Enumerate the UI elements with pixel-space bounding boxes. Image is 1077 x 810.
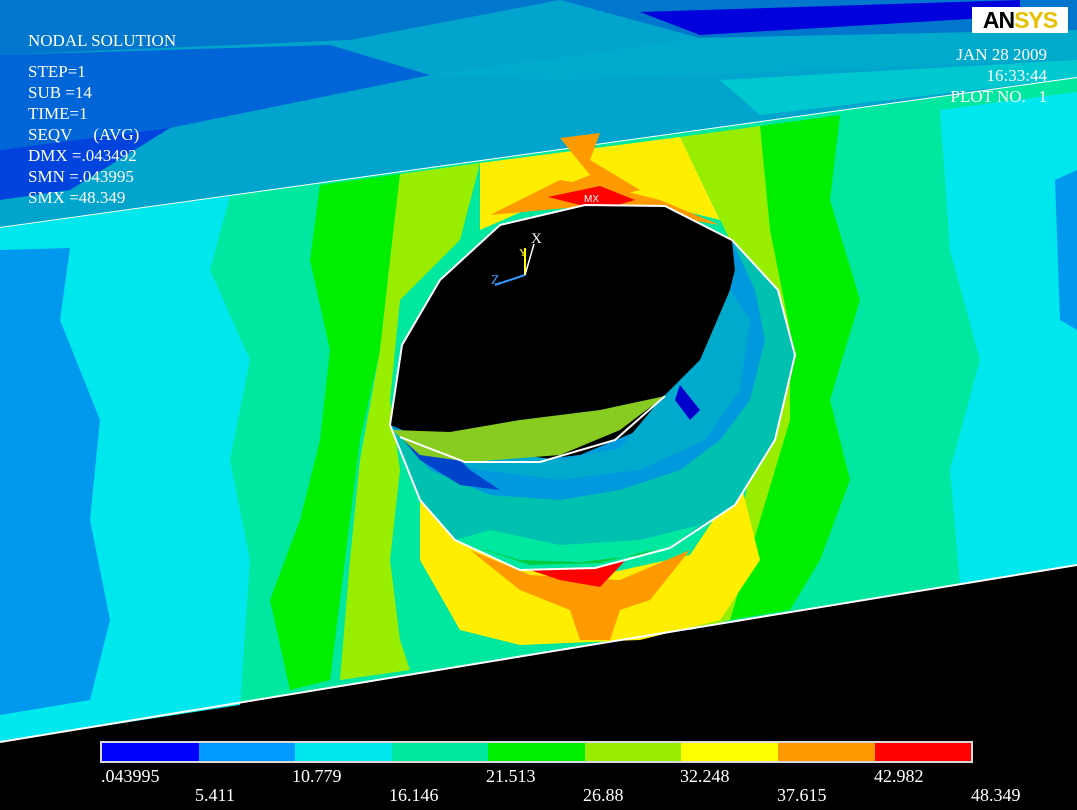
plot-time: 16:33:44: [986, 66, 1047, 85]
legend-swatch: [102, 743, 199, 761]
legend-label: 26.88: [583, 785, 624, 805]
solution-info: NODAL SOLUTION STEP=1 SUB =14 TIME=1 SEQ…: [28, 30, 176, 208]
max-marker: MX: [584, 194, 599, 205]
time-value: TIME=1: [28, 104, 88, 123]
solution-title: NODAL SOLUTION: [28, 31, 177, 50]
legend-swatch: [681, 743, 778, 761]
date-stamp: JAN 28 2009 16:33:44 PLOT NO. 1: [951, 44, 1048, 107]
triad-y-label: Y: [519, 247, 527, 259]
legend-label: 48.349: [971, 785, 1021, 805]
legend-swatch: [777, 743, 875, 761]
legend-swatch: [488, 743, 585, 761]
plot-number: PLOT NO. 1: [950, 87, 1048, 106]
contour-legend: [100, 741, 973, 763]
legend-label: 5.411: [195, 785, 235, 805]
legend-label: 21.513: [486, 766, 536, 786]
sub-value: SUB =14: [28, 83, 92, 102]
seqv-label: SEQV (AVG): [28, 125, 140, 144]
triad-x-label: X: [531, 231, 542, 247]
legend-swatch: [391, 743, 489, 761]
legend-label: .043995: [101, 766, 160, 786]
legend-swatch: [874, 743, 972, 761]
legend-swatch: [198, 743, 296, 761]
dmx-value: DMX =.043492: [28, 146, 137, 165]
legend-swatch: [584, 743, 682, 761]
step-value: STEP=1: [28, 62, 86, 81]
legend-label: 42.982: [874, 766, 924, 786]
logo-sys: SYS: [1014, 7, 1058, 33]
logo-an: AN: [982, 7, 1015, 33]
triad-z-label: Z: [491, 273, 500, 288]
legend-label: 37.615: [777, 785, 827, 805]
legend-label: 16.146: [389, 785, 439, 805]
smn-value: SMN =.043995: [28, 167, 134, 186]
plot-date: JAN 28 2009: [956, 45, 1047, 64]
legend-swatch: [295, 743, 392, 761]
legend-label: 32.248: [680, 766, 730, 786]
smx-value: SMX =48.349: [28, 188, 126, 207]
ansys-logo: ANSYS: [972, 7, 1068, 33]
legend-label: 10.779: [292, 766, 342, 786]
